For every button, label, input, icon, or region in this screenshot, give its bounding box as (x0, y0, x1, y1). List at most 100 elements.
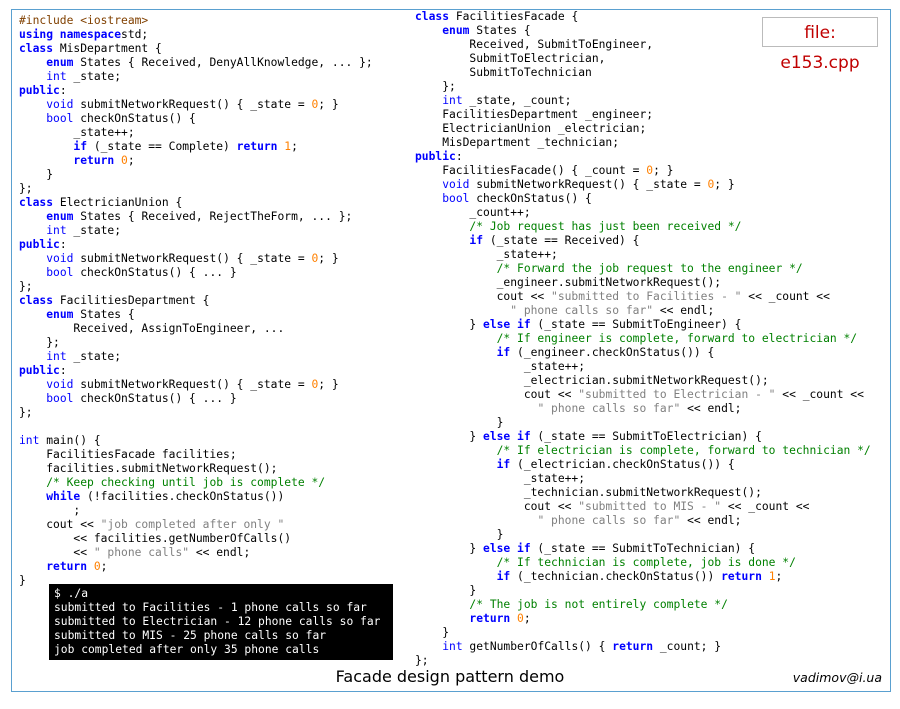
code-token: using namespace (19, 28, 122, 41)
code-token: enum (442, 24, 470, 37)
code-token: 0 (93, 560, 101, 573)
code-line: while (!facilities.checkOnStatus()) (19, 490, 373, 504)
code-token: << facilities.getNumberOfCalls() (19, 532, 292, 545)
code-token: else if (483, 542, 531, 555)
code-line: return 0; (19, 560, 373, 574)
code-token: : (59, 238, 67, 251)
code-line: /* Keep checking until job is complete *… (19, 476, 373, 490)
code-token: return (46, 560, 88, 573)
terminal-line: job completed after only 35 phone calls (54, 643, 320, 656)
code-token: ; (291, 140, 298, 153)
code-token: (!facilities.checkOnStatus()) (80, 490, 285, 503)
code-line: /* Forward the job request to the engine… (415, 262, 871, 276)
code-token: _state, _count; (462, 94, 572, 107)
code-token: SubmitToElectrician, (415, 52, 606, 65)
code-line: facilities.submitNetworkRequest(); (19, 462, 373, 476)
code-line: enum States { Received, RejectTheForm, .… (19, 210, 373, 224)
code-token: submitNetworkRequest() { _state = (73, 98, 312, 111)
code-line: }; (415, 80, 871, 94)
code-token: 1 (768, 570, 776, 583)
code-token: }; (415, 654, 429, 667)
code-token: : (59, 84, 67, 97)
code-line: public: (19, 84, 373, 98)
code-line: /* If electrician is complete, forward t… (415, 444, 871, 458)
code-token: 0 (517, 612, 524, 625)
code-token: << _count << (775, 388, 864, 401)
code-line: class MisDepartment { (19, 42, 373, 56)
code-token: bool (442, 192, 470, 205)
code-line: ElectricianUnion _electrician; (415, 122, 871, 136)
code-token: } (19, 168, 54, 181)
code-line: } (415, 416, 871, 430)
code-line: public: (19, 238, 373, 252)
code-token: if (469, 234, 484, 247)
code-token: } (415, 626, 450, 639)
code-line: /* Job request has just been received */ (415, 220, 871, 234)
code-token: << (19, 546, 94, 559)
code-token: " phone calls so far" (537, 402, 681, 415)
code-token: /* If technician is complete, job is don… (496, 556, 796, 569)
code-token: _count++; (415, 206, 531, 219)
code-token: class (415, 10, 450, 23)
code-line: FacilitiesFacade() { _count = 0; } (415, 164, 871, 178)
code-line: void submitNetworkRequest() { _state = 0… (19, 252, 373, 266)
code-token: << endl; (680, 402, 742, 415)
code-line: /* If engineer is complete, forward to e… (415, 332, 871, 346)
code-line: MisDepartment _technician; (415, 136, 871, 150)
code-token: _state; (66, 350, 122, 363)
code-token: : (455, 150, 463, 163)
code-token: submitNetworkRequest() { _state = (73, 252, 312, 265)
code-line: " phone calls so far" << endl; (415, 402, 871, 416)
code-line: class FacilitiesDepartment { (19, 294, 373, 308)
terminal-line: submitted to Facilities - 1 phone calls … (54, 601, 367, 614)
code-line: if (_technician.checkOnStatus()) return … (415, 570, 871, 584)
code-line: _state++; (415, 472, 871, 486)
code-token: }; (19, 182, 33, 195)
code-token: int (19, 434, 40, 447)
code-line: Received, AssignToEngineer, ... (19, 322, 373, 336)
code-token: int (442, 94, 463, 107)
code-line: bool checkOnStatus() { ... } (19, 266, 373, 280)
code-token: (_state == SubmitToEngineer) { (530, 318, 742, 331)
code-token: else if (483, 430, 531, 443)
code-line: void submitNetworkRequest() { _state = 0… (19, 98, 373, 112)
code-line: using namespacestd; (19, 28, 373, 42)
code-line: class ElectricianUnion { (19, 196, 373, 210)
code-token: bool (46, 392, 74, 405)
code-token: ; (19, 504, 81, 517)
code-token: /* Job request has just been received */ (469, 220, 742, 233)
code-token: _state++; (415, 360, 586, 373)
code-token: _technician.submitNetworkRequest(); (415, 486, 762, 499)
code-token: ElectricianUnion { (53, 196, 183, 209)
code-line: bool checkOnStatus() { (415, 192, 871, 206)
code-token: FacilitiesFacade facilities; (19, 448, 237, 461)
code-token: checkOnStatus() { (73, 112, 196, 125)
code-line: return 0; (19, 154, 373, 168)
code-token: /* Keep checking until job is complete *… (46, 476, 326, 489)
code-line: bool checkOnStatus() { (19, 112, 373, 126)
code-token: int (46, 70, 67, 83)
code-token: << _count << (721, 500, 810, 513)
code-line: FacilitiesDepartment _engineer; (415, 108, 871, 122)
code-token: submitNetworkRequest() { _state = (73, 378, 312, 391)
code-token: " phone calls" (93, 546, 190, 559)
code-line: int _state, _count; (415, 94, 871, 108)
code-line: if (_engineer.checkOnStatus()) { (415, 346, 871, 360)
code-token: Received, SubmitToEngineer, (415, 38, 654, 51)
